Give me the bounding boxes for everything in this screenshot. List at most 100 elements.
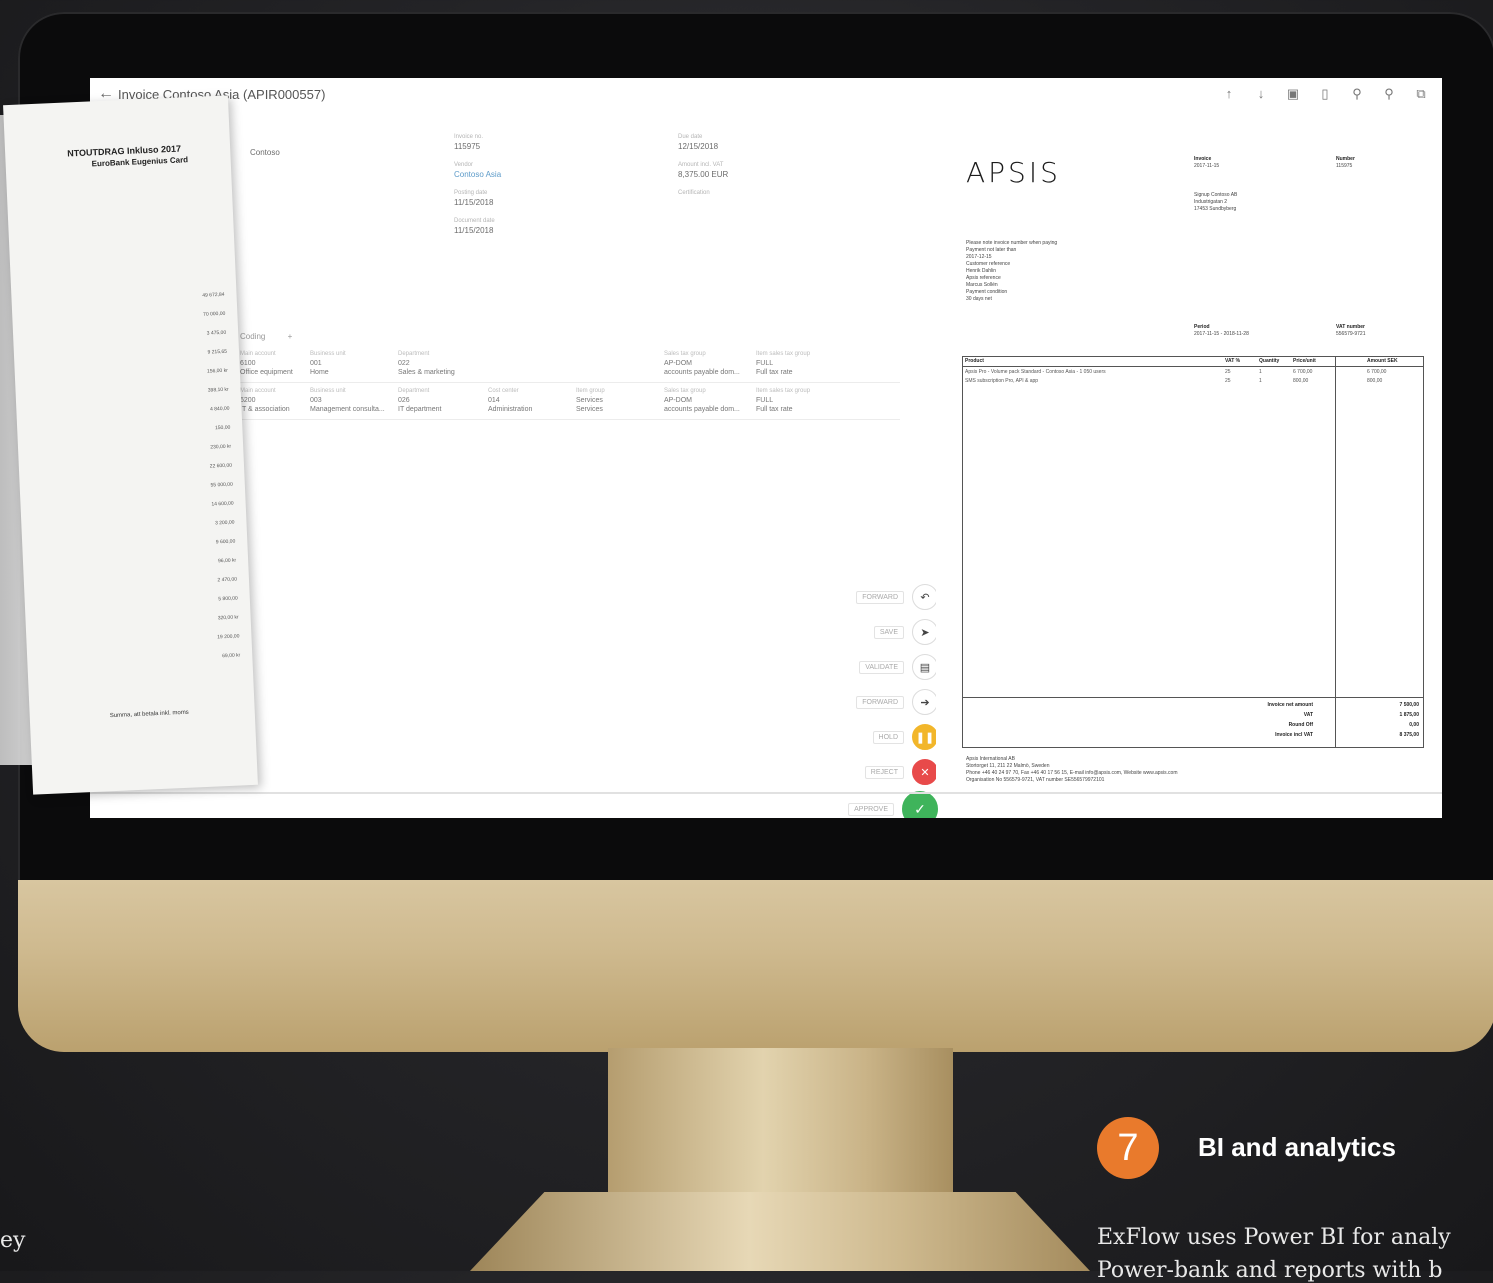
header-left-value: Contoso bbox=[250, 148, 280, 157]
grid-cell-header: Cost center bbox=[488, 388, 519, 394]
save-button[interactable]: SAVE bbox=[873, 625, 904, 639]
document-text-line: Stortorget 11, 211 22 Malmö, Sweden bbox=[966, 763, 1050, 769]
document-text-line: Apsis International AB bbox=[966, 756, 1015, 762]
invoice-table-header: Product VAT % Quantity Price/unit Amount SEK bbox=[963, 357, 1423, 367]
grid-cell-value: FULL bbox=[756, 397, 774, 404]
invoice-number-block: Number 115975 bbox=[1336, 156, 1355, 169]
grid-cell-header: Item sales tax group bbox=[756, 351, 811, 357]
invoice-cell: 6 700,00 bbox=[1293, 369, 1313, 375]
close-icon[interactable]: ✕ bbox=[912, 759, 938, 785]
header-field: Amount incl. VAT 8,375.00 EUR bbox=[678, 162, 728, 179]
attachment-icon[interactable]: ▯ bbox=[1316, 85, 1334, 103]
tab-add[interactable]: + bbox=[288, 332, 293, 341]
grid-cell: Item sales tax group FULL Full tax rate bbox=[756, 387, 836, 414]
document-text-line: Payment not later than bbox=[966, 247, 1017, 253]
total-value: 7 500,00 bbox=[1399, 702, 1419, 708]
clipboard-icon[interactable]: ▤ bbox=[912, 654, 938, 680]
title-bar: ← Invoice Contoso Asia (APIR000557) ↑ ↓ ▣ ▯… bbox=[90, 78, 1442, 114]
receipt-footer: Summa, att betala inkl. moms bbox=[109, 709, 189, 720]
validate-button[interactable]: VALIDATE bbox=[859, 660, 904, 674]
grid-cell-description: Management consulta... bbox=[310, 406, 385, 413]
header-field: Vendor Contoso Asia bbox=[454, 162, 501, 179]
hold-action: HOLD ❚❚ bbox=[872, 724, 938, 750]
field-label: Posting date bbox=[454, 190, 488, 196]
grid-cell-description: Administration bbox=[488, 406, 533, 413]
monitor-stand-neck bbox=[608, 1048, 953, 1198]
reject-button[interactable]: REJECT bbox=[864, 765, 904, 779]
arrow-up-icon[interactable]: ↑ bbox=[1220, 85, 1238, 103]
receipt-amount: 156,00 kr bbox=[206, 367, 228, 375]
receipt-amount: 55 000,00 bbox=[210, 481, 233, 489]
invoice-cell: 800,00 bbox=[1293, 378, 1309, 384]
table-row[interactable]: Main account 6200 IT & association Business… bbox=[240, 383, 900, 420]
grid-cell-header: Main account bbox=[240, 388, 276, 394]
document-text-line: Industrigatan 2 bbox=[1194, 199, 1228, 205]
toolbar-icons: ↑ ↓ ▣ ▯ ⚲ ⚲ ⧉ bbox=[1220, 85, 1430, 103]
header-field: Document date 11/15/2018 bbox=[454, 218, 495, 235]
total-label: Invoice net amount bbox=[1267, 702, 1313, 708]
grid-cell: Item group Services Services bbox=[576, 387, 656, 414]
grid-cell: Item sales tax group FULL Full tax rate bbox=[756, 350, 836, 377]
invoice-cell: 800,00 bbox=[1367, 378, 1383, 384]
zoom-out-icon[interactable]: ⚲ bbox=[1380, 85, 1398, 103]
send-icon[interactable]: ➤ bbox=[912, 619, 938, 645]
zoom-in-icon[interactable]: ⚲ bbox=[1348, 85, 1366, 103]
forward-button[interactable]: FORWARD bbox=[856, 590, 904, 604]
approve-button[interactable]: APPROVE bbox=[848, 802, 894, 816]
receipt-amount: 9 600,00 bbox=[215, 538, 236, 546]
monitor-chin bbox=[18, 880, 1493, 1052]
field-label: Vendor bbox=[454, 162, 474, 168]
total-value: 0,00 bbox=[1409, 722, 1419, 728]
image-icon[interactable]: ▣ bbox=[1284, 85, 1302, 103]
field-label: Invoice no. bbox=[454, 134, 484, 140]
header-field: Due date 12/15/2018 bbox=[678, 134, 718, 151]
receipt-amount: 3 200,00 bbox=[214, 519, 235, 527]
document-text-line: 17453 Sundbyberg bbox=[1194, 206, 1237, 212]
section-text-line-1: ExFlow uses Power BI for analy bbox=[1097, 1225, 1451, 1250]
grid-cell-value: 003 bbox=[310, 397, 322, 404]
forward-button[interactable]: FORWARD bbox=[856, 695, 904, 709]
document-text-line: Marcus Sollén bbox=[966, 282, 998, 288]
check-icon[interactable]: ✓ bbox=[902, 791, 938, 818]
receipt-amount: 150,00 bbox=[214, 424, 231, 432]
field-value: 12/15/2018 bbox=[678, 142, 719, 151]
open-external-icon[interactable]: ⧉ bbox=[1412, 85, 1430, 103]
forward-icon[interactable]: ➔ bbox=[912, 689, 938, 715]
grid-cell-header: Item sales tax group bbox=[756, 388, 811, 394]
receipt-amount: 9 215,65 bbox=[207, 348, 228, 356]
table-row[interactable]: Main account 6100 Office equipment Business… bbox=[240, 346, 900, 383]
grid-cell-value: AP-DOM bbox=[664, 397, 692, 404]
arrow-down-icon[interactable]: ↓ bbox=[1252, 85, 1270, 103]
receipt-amount: 4 840,00 bbox=[209, 405, 230, 413]
grid-cell: Main account 6100 Office equipment bbox=[240, 350, 320, 377]
document-text-line: 30 days net bbox=[966, 296, 992, 302]
invoice-cell: SMS subscription Pro, API & app bbox=[965, 378, 1039, 384]
document-text-line: 2017-12-15 bbox=[966, 254, 992, 260]
receipt-amount: 320,00 kr bbox=[217, 614, 239, 622]
receipt-amount: 49 672,84 bbox=[202, 291, 225, 299]
hold-button[interactable]: HOLD bbox=[872, 730, 904, 744]
grid-cell-value: 026 bbox=[398, 397, 410, 404]
grid-cell-header: Sales tax group bbox=[664, 388, 706, 394]
approve-action: APPROVE ✓ bbox=[848, 791, 938, 818]
invoice-cell: 25 bbox=[1225, 378, 1231, 384]
forward-action: FORWARD ↶ bbox=[856, 584, 938, 610]
grid-cell-description: accounts payable dom... bbox=[664, 406, 740, 413]
grid-cell-description: Office equipment bbox=[240, 369, 293, 376]
total-label: Invoice incl VAT bbox=[1275, 732, 1313, 738]
invoice-cell: 6 700,00 bbox=[1367, 369, 1387, 375]
document-text-line: Customer reference bbox=[966, 261, 1011, 267]
grid-cell-value: AP-DOM bbox=[664, 360, 692, 367]
receipt-amount: 2 470,00 bbox=[217, 576, 238, 584]
grid-cell: Sales tax group AP-DOM accounts payable do… bbox=[664, 387, 744, 414]
field-value: 11/15/2018 bbox=[454, 198, 494, 207]
tab-coding[interactable]: Coding bbox=[240, 332, 265, 341]
grid-cell-description: IT department bbox=[398, 406, 442, 413]
vendor-link[interactable]: Contoso Asia bbox=[454, 170, 501, 179]
pause-icon[interactable]: ❚❚ bbox=[912, 724, 938, 750]
invoice-document-viewer: APSIS Invoice 2017-11-15 Number 115975 Sig… bbox=[936, 114, 1442, 794]
field-value: 115975 bbox=[454, 142, 481, 151]
undo-icon[interactable]: ↶ bbox=[912, 584, 938, 610]
grid-cell: Cost center 014 Administration bbox=[488, 387, 568, 414]
field-value: 8,375.00 EUR bbox=[678, 170, 729, 179]
